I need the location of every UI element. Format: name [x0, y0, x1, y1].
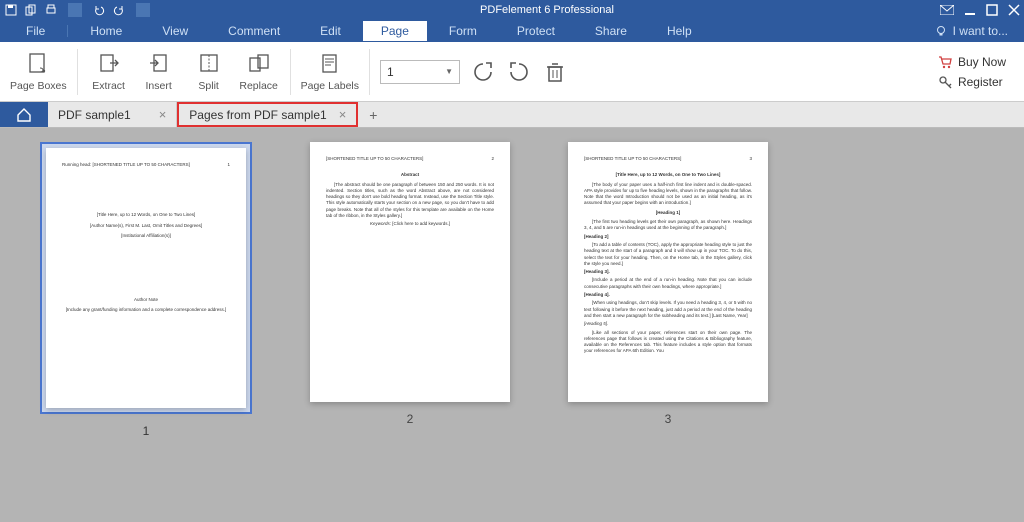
extract-icon	[96, 51, 122, 77]
menu-share[interactable]: Share	[577, 21, 645, 41]
menu-help[interactable]: Help	[649, 21, 710, 41]
page-labels-button[interactable]: Page Labels	[301, 46, 359, 98]
menu-comment[interactable]: Comment	[210, 21, 298, 41]
page-thumbnail-1[interactable]: Running head: [SHORTENED TITLE UP TO 50 …	[40, 142, 252, 508]
menu-page[interactable]: Page	[363, 21, 427, 41]
menu-home[interactable]: Home	[72, 21, 140, 41]
close-icon[interactable]	[1008, 4, 1020, 16]
split-button[interactable]: Split	[188, 46, 230, 98]
page-number-input[interactable]: 1 ▼	[380, 60, 460, 84]
tab-close-icon[interactable]: ×	[339, 107, 347, 122]
rotate-cw-button[interactable]	[506, 59, 532, 85]
tab-pages-from-pdf-sample1[interactable]: Pages from PDF sample1 ×	[177, 102, 358, 127]
tab-bar: PDF sample1 × Pages from PDF sample1 × +	[0, 102, 1024, 128]
chevron-down-icon: ▼	[445, 67, 453, 76]
rotate-ccw-button[interactable]	[470, 59, 496, 85]
page-labels-icon	[317, 51, 343, 77]
workspace: Running head: [SHORTENED TITLE UP TO 50 …	[0, 128, 1024, 522]
delete-button[interactable]	[542, 59, 568, 85]
page-thumbnail-2[interactable]: [SHORTENED TITLE UP TO 50 CHARACTERS]2 A…	[310, 142, 510, 508]
key-icon	[938, 75, 952, 89]
menu-form[interactable]: Form	[431, 21, 495, 41]
bulb-icon	[935, 25, 947, 37]
i-want-to[interactable]: I want to...	[935, 24, 1016, 38]
extract-button[interactable]: Extract	[88, 46, 130, 98]
tab-close-icon[interactable]: ×	[159, 107, 167, 122]
title-bar: PDFelement 6 Professional	[0, 0, 1024, 20]
cart-icon	[938, 55, 952, 69]
quick-access	[4, 3, 154, 17]
menu-edit[interactable]: Edit	[302, 21, 359, 41]
home-tab[interactable]	[0, 102, 48, 127]
replace-icon	[246, 51, 272, 77]
copy-icon[interactable]	[24, 3, 38, 17]
replace-button[interactable]: Replace	[238, 46, 280, 98]
page-boxes-button[interactable]: Page Boxes	[10, 46, 67, 98]
add-tab-button[interactable]: +	[358, 102, 388, 127]
split-icon	[196, 51, 222, 77]
home-icon	[16, 108, 32, 122]
menu-view[interactable]: View	[144, 21, 206, 41]
buy-now-link[interactable]: Buy Now	[938, 55, 1006, 69]
window-controls	[940, 4, 1020, 16]
page-thumbnail-3[interactable]: [SHORTENED TITLE UP TO 50 CHARACTERS]3 […	[568, 142, 768, 508]
menu-bar: File Home View Comment Edit Page Form Pr…	[0, 20, 1024, 42]
menu-file[interactable]: File	[8, 21, 63, 41]
insert-button[interactable]: Insert	[138, 46, 180, 98]
undo-icon[interactable]	[92, 3, 106, 17]
menu-protect[interactable]: Protect	[499, 21, 573, 41]
register-link[interactable]: Register	[938, 75, 1006, 89]
redo-icon[interactable]	[112, 3, 126, 17]
maximize-icon[interactable]	[986, 4, 998, 16]
mail-icon[interactable]	[940, 5, 954, 15]
insert-icon	[146, 51, 172, 77]
ribbon: Page Boxes Extract Insert Split Replace …	[0, 42, 1024, 102]
app-title: PDFelement 6 Professional	[154, 4, 940, 16]
tab-pdf-sample1[interactable]: PDF sample1 ×	[48, 102, 177, 127]
minimize-icon[interactable]	[964, 4, 976, 16]
save-icon[interactable]	[4, 3, 18, 17]
page-boxes-icon	[25, 51, 51, 77]
print-icon[interactable]	[44, 3, 58, 17]
